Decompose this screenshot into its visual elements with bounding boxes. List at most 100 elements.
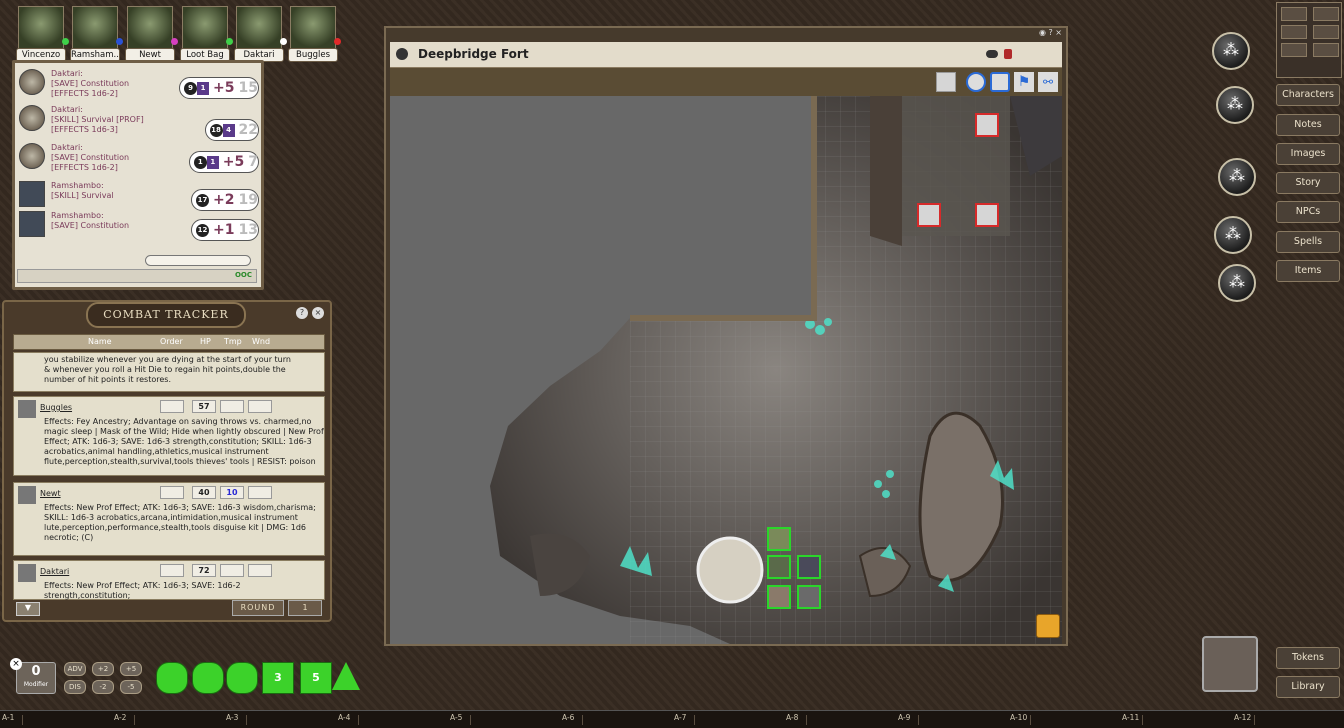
prof-bonus: 1: [206, 155, 219, 169]
combatant-token: [18, 564, 36, 582]
sidebar-button-tokens[interactable]: Tokens: [1276, 647, 1340, 669]
dice-tray-icon[interactable]: ⁂: [1212, 32, 1250, 70]
target-icon[interactable]: [966, 72, 986, 92]
portrait-2[interactable]: Newt: [125, 4, 178, 62]
d12-icon[interactable]: 5: [300, 662, 332, 694]
chat-line: [EFFECTS 1d6-2]: [51, 89, 118, 98]
roll-total: +5: [222, 154, 245, 170]
expand-button[interactable]: ▼: [16, 602, 40, 616]
dice-tray-icon[interactable]: ⁂: [1218, 264, 1256, 302]
chat-mode-select[interactable]: [145, 255, 251, 266]
dice-tray-icon[interactable]: ⁂: [1216, 86, 1254, 124]
lock-icon[interactable]: [1004, 49, 1012, 59]
order-field[interactable]: [160, 564, 184, 577]
grid-icon[interactable]: [936, 72, 956, 92]
wnd-field[interactable]: [248, 400, 272, 413]
map-title-bar: Deepbridge Fort: [390, 42, 1062, 68]
mod-button[interactable]: -5: [120, 680, 142, 694]
tmp-field[interactable]: 10: [220, 486, 244, 499]
mod-button[interactable]: ADV: [64, 662, 86, 676]
grand-total: 13: [238, 222, 258, 238]
roll-total: +1: [213, 222, 235, 238]
sidebar-button-spells[interactable]: Spells: [1276, 231, 1340, 253]
prof-bonus: 1: [197, 81, 210, 95]
d20-icon[interactable]: [332, 662, 360, 690]
sidebar-button-images[interactable]: Images: [1276, 143, 1340, 165]
combat-tracker: COMBAT TRACKER ? × Name Order HP Tmp Wnd…: [2, 300, 332, 622]
combatant-name[interactable]: Daktari: [40, 567, 69, 577]
combatant-row[interactable]: Daktari 72 Effects: New Prof Effect; ATK: …: [13, 560, 325, 600]
chat-message: Daktari: [SAVE] Constitution [EFFECTS 1d6-…: [19, 143, 259, 175]
walk-icon[interactable]: [1313, 43, 1339, 57]
sidebar-button-notes[interactable]: Notes: [1276, 114, 1340, 136]
ooc-toggle[interactable]: OOC: [235, 271, 252, 279]
hp-field[interactable]: 72: [192, 564, 216, 577]
order-field[interactable]: [160, 400, 184, 413]
map-canvas[interactable]: [390, 96, 1062, 644]
party-icon[interactable]: [1281, 25, 1307, 39]
window-controls: ◉ ? ×: [1038, 28, 1062, 37]
chat-text: Ramshambo: [SAVE] Constitution: [51, 211, 171, 231]
map-share-icon[interactable]: [1036, 614, 1060, 638]
tmp-field[interactable]: [220, 400, 244, 413]
portrait-1[interactable]: Ramsham...: [70, 4, 123, 62]
tower-icon[interactable]: [1202, 636, 1258, 692]
axis-label: A-12: [1234, 713, 1252, 722]
mod-button[interactable]: DIS: [64, 680, 86, 694]
combatant-name[interactable]: Newt: [40, 489, 61, 499]
chat-message: Daktari: [SAVE] Constitution [EFFECTS 1d6-…: [19, 69, 259, 101]
dice-icon[interactable]: [1313, 7, 1339, 21]
axis-label: A-6: [562, 713, 575, 722]
tmp-field[interactable]: [220, 564, 244, 577]
mod-button[interactable]: +5: [120, 662, 142, 676]
player-vis-icon[interactable]: [986, 50, 998, 58]
sidebar-button-items[interactable]: Items: [1276, 260, 1340, 282]
player-color-dot: [171, 38, 178, 45]
wnd-field[interactable]: [248, 486, 272, 499]
dice-tray-icon[interactable]: ⁂: [1214, 216, 1252, 254]
axis-label: A-4: [338, 713, 351, 722]
modifier-box[interactable]: 0 Modifier: [16, 662, 56, 694]
sidebar-button-story[interactable]: Story: [1276, 172, 1340, 194]
sidebar-button-library[interactable]: Library: [1276, 676, 1340, 698]
portrait-5[interactable]: Buggles: [288, 4, 341, 62]
roll-total: +5: [213, 80, 235, 96]
hp-field[interactable]: 40: [192, 486, 216, 499]
d4-icon[interactable]: [156, 662, 188, 694]
clear-icon[interactable]: ×: [10, 658, 22, 670]
round-counter[interactable]: 1: [288, 600, 322, 616]
close-button[interactable]: ×: [312, 307, 324, 319]
d8-icon[interactable]: [226, 662, 258, 694]
hp-field[interactable]: 57: [192, 400, 216, 413]
portrait-3[interactable]: Loot Bag: [180, 4, 233, 62]
combatant-name[interactable]: Buggles: [40, 403, 72, 413]
grand-total: 19: [238, 192, 258, 208]
chat-text: Daktari: [SKILL] Survival [PROF] [EFFECTS …: [51, 105, 171, 135]
order-field[interactable]: [160, 486, 184, 499]
help-button[interactable]: ?: [296, 307, 308, 319]
chat-line: [SAVE] Constitution: [51, 79, 130, 88]
flag-icon[interactable]: ⚑: [1014, 72, 1034, 92]
d6-icon[interactable]: [192, 662, 224, 694]
die-result: 17: [196, 193, 210, 207]
portrait-0[interactable]: Vincenzo: [16, 4, 69, 62]
combatant-row[interactable]: Newt 40 10 Effects: New Prof Effect; ATK: 1…: [13, 482, 325, 556]
plusminus-icon[interactable]: [1281, 43, 1307, 57]
link-icon[interactable]: ⚯: [1038, 72, 1058, 92]
chat-input[interactable]: OOC: [17, 269, 257, 283]
swords-icon[interactable]: [1281, 7, 1307, 21]
wnd-field[interactable]: [248, 564, 272, 577]
portrait-4[interactable]: Daktari: [234, 4, 287, 62]
axis-tick: [918, 715, 919, 725]
battlemap: [490, 96, 1062, 644]
dice-tray-icon[interactable]: ⁂: [1218, 158, 1256, 196]
chat-message: Daktari: [SKILL] Survival [PROF] [EFFECTS …: [19, 105, 259, 141]
d10-icon[interactable]: 3: [262, 662, 294, 694]
combatant-row[interactable]: Buggles 57 Effects: Fey Ancestry; Advantag…: [13, 396, 325, 476]
sidebar-button-characters[interactable]: Characters: [1276, 84, 1340, 106]
mod-button[interactable]: +2: [92, 662, 114, 676]
mask-icon[interactable]: [1313, 25, 1339, 39]
mod-button[interactable]: -2: [92, 680, 114, 694]
sidebar-button-npcs[interactable]: NPCs: [1276, 201, 1340, 223]
mask-off-icon[interactable]: [990, 72, 1010, 92]
